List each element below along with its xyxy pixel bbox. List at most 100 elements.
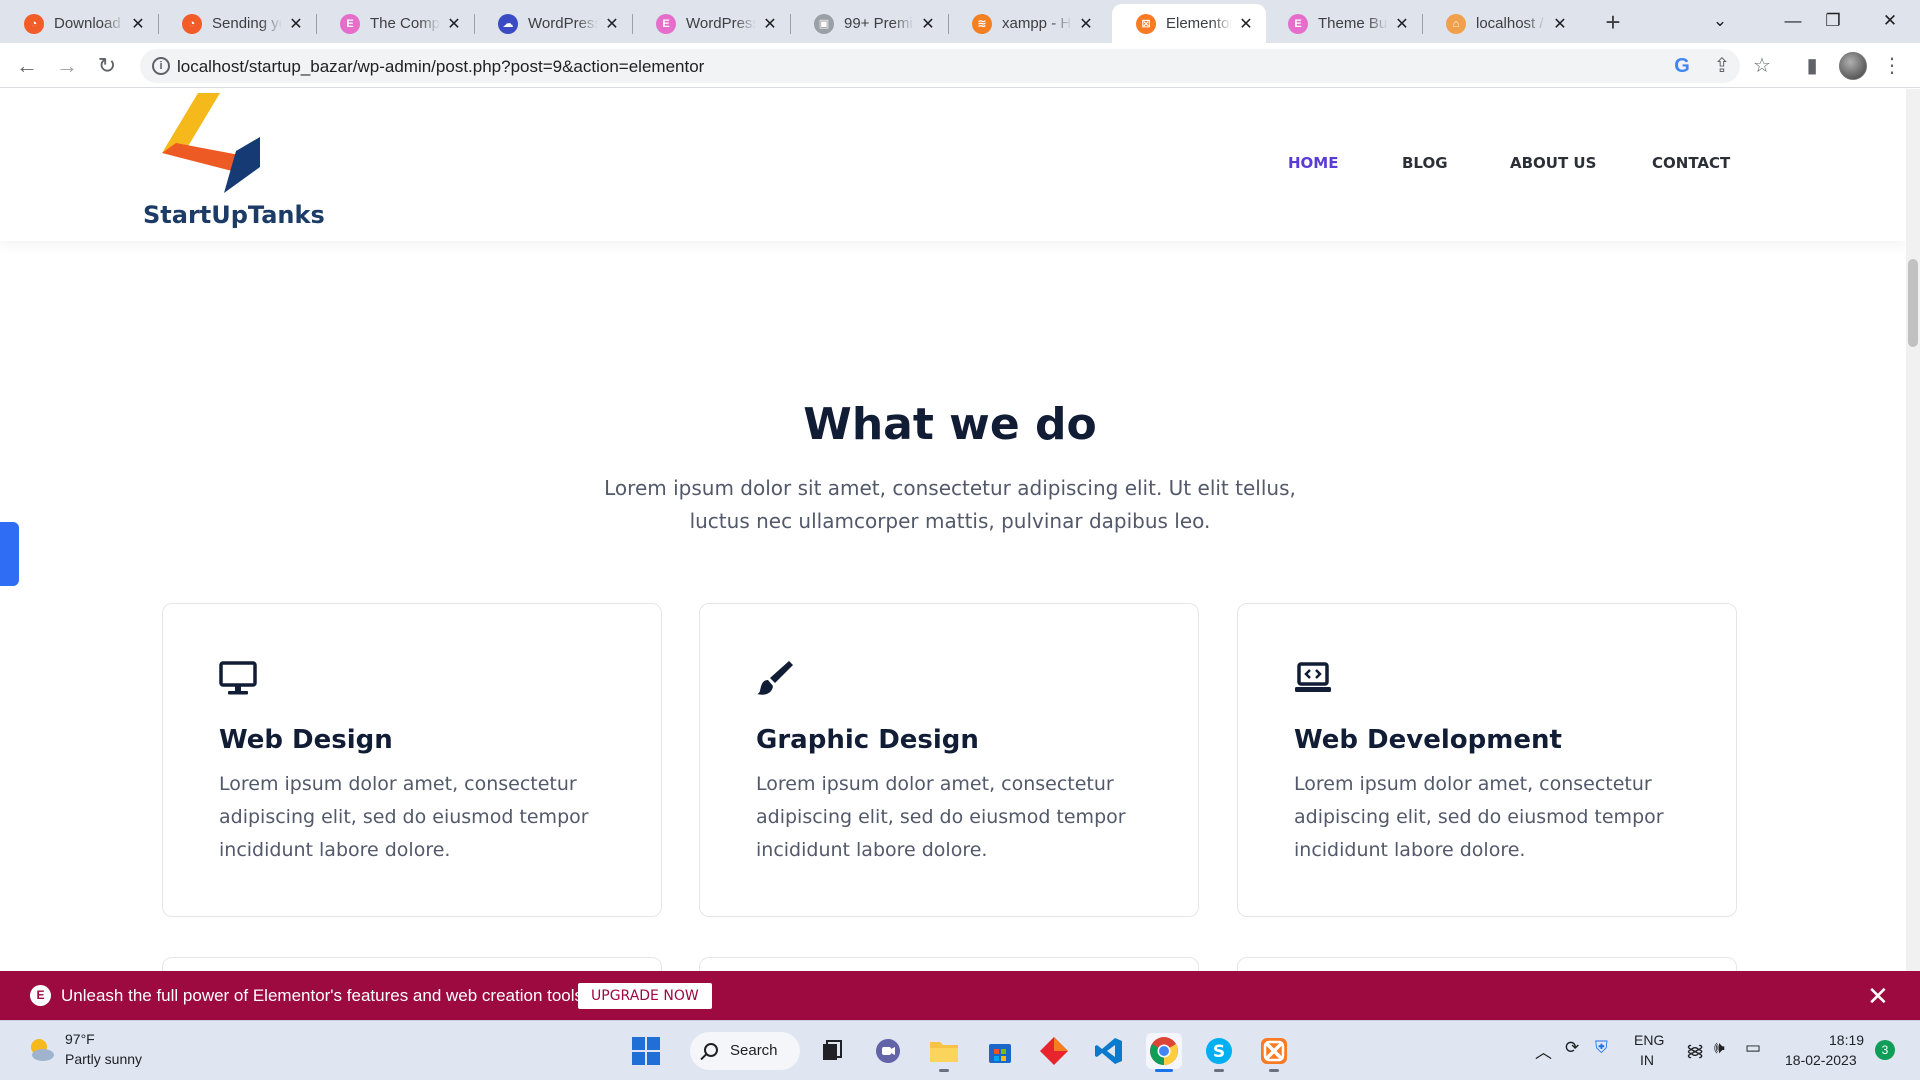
notification-badge[interactable]: 3 <box>1875 1040 1895 1060</box>
address-bar[interactable]: i localhost/startup_bazar/wp-admin/post.… <box>140 49 1740 83</box>
tab-close-icon[interactable]: ✕ <box>130 14 146 34</box>
nav-about-us[interactable]: ABOUT US <box>1510 154 1596 172</box>
service-card-graphic-design[interactable]: Graphic Design Lorem ipsum dolor amet, c… <box>699 603 1199 917</box>
tab-close-icon[interactable]: ✕ <box>1078 14 1094 34</box>
tab-favicon-icon: E <box>1288 13 1308 34</box>
tab-close-icon[interactable]: ✕ <box>762 14 778 34</box>
browser-tab[interactable]: ⌂ localhost / ✕ <box>1422 4 1580 43</box>
forward-icon[interactable]: → <box>51 50 83 82</box>
upgrade-now-button[interactable]: UPGRADE NOW <box>578 983 712 1009</box>
browser-toolbar: ← → ↻ i localhost/startup_bazar/wp-admin… <box>0 43 1920 88</box>
task-view-icon <box>823 1040 842 1060</box>
monitor-icon <box>219 661 257 695</box>
browser-tab[interactable]: ⊠ Elementor | ✕ <box>1112 4 1266 43</box>
vscode-button[interactable] <box>1091 1033 1127 1069</box>
tab-title: Elementor | <box>1166 15 1232 32</box>
close-icon[interactable]: ✕ <box>1867 981 1889 1012</box>
chrome-button[interactable] <box>1146 1033 1182 1072</box>
volume-icon[interactable]: 🕪 <box>1714 1038 1725 1058</box>
tab-close-icon[interactable]: ✕ <box>920 14 936 34</box>
minimize-icon[interactable]: — <box>1773 6 1813 36</box>
tab-title: WordPress <box>686 15 756 32</box>
weather-temperature[interactable]: 97°F <box>65 1031 95 1047</box>
partly-sunny-icon[interactable] <box>26 1034 56 1064</box>
sync-icon[interactable]: ⟳ <box>1565 1038 1579 1058</box>
service-card-next-row <box>699 957 1199 971</box>
chrome-menu-icon[interactable]: ⋮ <box>1877 51 1907 81</box>
browser-tab[interactable]: ◔ Sending you ✕ <box>158 4 316 43</box>
browser-tab[interactable]: ≋ xampp - Ho ✕ <box>948 4 1106 43</box>
skype-button[interactable]: S <box>1201 1033 1237 1072</box>
running-indicator <box>1155 1069 1173 1072</box>
teams-chat-icon <box>876 1039 900 1063</box>
bookmark-star-icon[interactable]: ☆ <box>1747 51 1777 81</box>
weather-description[interactable]: Partly sunny <box>65 1051 142 1067</box>
restore-icon[interactable]: ❐ <box>1813 6 1853 36</box>
tab-search-icon[interactable]: ⌄ <box>1700 6 1740 36</box>
tab-close-icon[interactable]: ✕ <box>446 14 462 34</box>
app-diamond-button[interactable] <box>1036 1033 1072 1069</box>
scrollbar-thumb[interactable] <box>1908 259 1918 347</box>
xampp-button[interactable] <box>1256 1033 1292 1072</box>
show-hidden-icons[interactable]: ︿ <box>1535 1038 1552 1063</box>
file-explorer-button[interactable] <box>926 1033 962 1072</box>
tab-close-icon[interactable]: ✕ <box>604 14 620 34</box>
browser-tab[interactable]: E Theme Buil ✕ <box>1264 4 1422 43</box>
clock-date[interactable]: 18-02-2023 <box>1785 1052 1857 1068</box>
tab-favicon-icon: ⊠ <box>1136 13 1156 34</box>
share-icon[interactable]: ⇪ <box>1707 51 1737 81</box>
close-window-icon[interactable]: ✕ <box>1870 6 1910 36</box>
wifi-icon[interactable]: ᯼ <box>1686 1038 1704 1061</box>
battery-icon[interactable]: ▭ <box>1745 1038 1761 1058</box>
browser-tab[interactable]: E WordPress ✕ <box>632 4 790 43</box>
nav-contact[interactable]: CONTACT <box>1652 154 1730 172</box>
tab-close-icon[interactable]: ✕ <box>1238 14 1254 34</box>
nav-home[interactable]: HOME <box>1288 154 1338 172</box>
folder-icon <box>930 1042 958 1062</box>
profile-avatar[interactable] <box>1839 52 1867 80</box>
language-region[interactable]: IN <box>1640 1052 1654 1068</box>
service-title: Web Design <box>219 725 393 755</box>
tab-title: Sending you <box>212 15 282 32</box>
tab-close-icon[interactable]: ✕ <box>1394 14 1410 34</box>
clock-time[interactable]: 18:19 <box>1829 1032 1864 1048</box>
defender-shield-icon[interactable]: ⛨ <box>1595 1038 1608 1058</box>
tab-close-icon[interactable]: ✕ <box>288 14 304 34</box>
service-card-next-row <box>162 957 662 971</box>
windows-logo-icon <box>632 1037 660 1065</box>
reload-icon[interactable]: ↻ <box>91 50 123 82</box>
nav-blog[interactable]: BLOG <box>1402 154 1448 172</box>
tab-close-icon[interactable]: ✕ <box>1552 14 1568 34</box>
browser-tab[interactable]: ☁ WordPress ✕ <box>474 4 632 43</box>
start-button[interactable] <box>628 1033 664 1069</box>
task-view-button[interactable] <box>814 1033 850 1069</box>
site-logo-text[interactable]: StartUpTanks <box>143 201 325 229</box>
service-description: Lorem ipsum dolor amet, consectetur adip… <box>756 773 1126 861</box>
tab-title: Download F <box>54 15 124 32</box>
browser-tab[interactable]: E The Comple ✕ <box>316 4 474 43</box>
tab-favicon-icon: ⌂ <box>1446 13 1466 34</box>
new-tab-button[interactable]: + <box>1598 8 1628 38</box>
service-card-web-development[interactable]: Web Development Lorem ipsum dolor amet, … <box>1237 603 1737 917</box>
address-url[interactable]: localhost/startup_bazar/wp-admin/post.ph… <box>177 57 704 77</box>
taskbar-search[interactable]: Search <box>690 1032 800 1070</box>
language-indicator[interactable]: ENG <box>1634 1032 1664 1048</box>
side-panel-icon[interactable]: ▮ <box>1797 51 1827 81</box>
back-icon[interactable]: ← <box>11 50 43 82</box>
page-scrollbar[interactable] <box>1906 89 1920 971</box>
service-card-web-design[interactable]: Web Design Lorem ipsum dolor amet, conse… <box>162 603 662 917</box>
browser-tab[interactable]: ▣ 99+ Premiu ✕ <box>790 4 948 43</box>
elementor-logo-icon: E <box>30 985 51 1006</box>
promo-text: Unleash the full power of Elementor's fe… <box>61 986 588 1005</box>
google-translate-icon[interactable]: G <box>1667 51 1697 81</box>
tab-strip: ◔ Download F ✕ ◔ Sending you ✕ E The Comple ✕ ☁ Wo… <box>0 0 1920 43</box>
store-icon <box>989 1044 1011 1063</box>
elementor-side-toggle[interactable] <box>0 522 19 586</box>
microsoft-store-button[interactable] <box>982 1033 1018 1069</box>
browser-tab[interactable]: ◔ Download F ✕ <box>0 4 158 43</box>
teams-chat-button[interactable] <box>870 1033 906 1069</box>
site-info-icon[interactable]: i <box>152 57 170 75</box>
laptop-code-icon <box>1295 662 1331 692</box>
paintbrush-icon <box>757 661 793 695</box>
service-card-next-row <box>1237 957 1737 971</box>
